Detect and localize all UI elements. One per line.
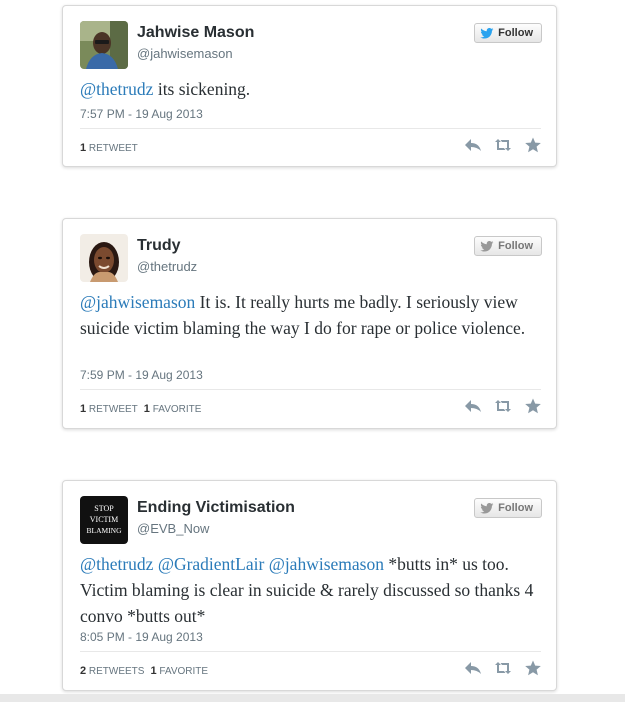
retweet-label: RETWEET (88, 143, 138, 154)
follow-button[interactable]: Follow (474, 236, 542, 256)
tweet-stats: 1 RETWEET (80, 142, 138, 154)
tweet-body: its sickening. (157, 79, 251, 99)
favorite-label: FAVORITE (152, 404, 202, 415)
page-bottom-band (0, 694, 625, 702)
mention-link[interactable]: @thetrudz (80, 554, 153, 574)
avatar-text-line: BLAMING (87, 526, 123, 535)
tweet-actions (464, 398, 542, 414)
tweet-stats: 2 RETWEETS 1 FAVORITE (80, 665, 208, 677)
follow-label: Follow (498, 502, 533, 514)
twitter-bird-icon (480, 27, 494, 39)
follow-button[interactable]: Follow (474, 23, 542, 43)
retweet-stat[interactable]: 1 RETWEET (80, 142, 138, 154)
reply-icon[interactable] (464, 398, 482, 414)
divider (80, 389, 541, 390)
avatar[interactable]: STOP VICTIM BLAMING (80, 496, 128, 544)
timestamp[interactable]: 8:05 PM - 19 Aug 2013 (80, 630, 203, 644)
follow-label: Follow (498, 240, 533, 252)
author-name[interactable]: Trudy (137, 237, 181, 255)
favorite-stat[interactable]: 1 FAVORITE (144, 403, 202, 415)
divider (80, 651, 541, 652)
tweet-text: @thetrudz its sickening. (80, 76, 536, 102)
author-name[interactable]: Jahwise Mason (137, 24, 254, 42)
retweet-count: 1 (80, 403, 87, 415)
favorite-star-icon[interactable] (524, 137, 542, 153)
timestamp[interactable]: 7:57 PM - 19 Aug 2013 (80, 107, 203, 121)
favorite-star-icon[interactable] (524, 660, 542, 676)
favorite-count: 1 (143, 403, 150, 415)
avatar[interactable] (80, 234, 128, 282)
mention-link[interactable]: @GradientLair (158, 554, 265, 574)
mention-link[interactable]: @thetrudz (80, 79, 153, 99)
follow-label: Follow (498, 27, 533, 39)
retweet-stat[interactable]: 2 RETWEETS (80, 665, 144, 677)
reply-icon[interactable] (464, 137, 482, 153)
author-handle[interactable]: @EVB_Now (137, 521, 209, 536)
author-handle[interactable]: @thetrudz (137, 259, 197, 274)
avatar-text-line: STOP (94, 504, 114, 513)
retweet-icon[interactable] (494, 398, 512, 414)
avatar[interactable] (80, 21, 128, 69)
twitter-bird-icon (480, 240, 494, 252)
retweet-icon[interactable] (494, 137, 512, 153)
tweet-stats: 1 RETWEET 1 FAVORITE (80, 403, 201, 415)
tweet-card: Trudy @thetrudz Follow @jahwisemason It … (62, 218, 557, 429)
twitter-bird-icon (480, 502, 494, 514)
favorite-count: 1 (150, 665, 157, 677)
favorite-stat[interactable]: 1 FAVORITE (150, 665, 208, 677)
tweet-text: @jahwisemason It is. It really hurts me … (80, 289, 536, 341)
tweet-text: @thetrudz @GradientLair @jahwisemason *b… (80, 551, 536, 629)
mention-link[interactable]: @jahwisemason (80, 292, 195, 312)
tweet-actions (464, 137, 542, 153)
tweet-actions (464, 660, 542, 676)
avatar-text-line: VICTIM (90, 515, 118, 524)
retweet-stat[interactable]: 1 RETWEET (80, 403, 138, 415)
divider (80, 128, 541, 129)
retweet-label: RETWEET (88, 404, 138, 415)
favorite-star-icon[interactable] (524, 398, 542, 414)
retweet-count: 1 (80, 142, 87, 154)
retweet-icon[interactable] (494, 660, 512, 676)
tweet-card: STOP VICTIM BLAMING Ending Victimisation… (62, 480, 557, 691)
follow-button[interactable]: Follow (474, 498, 542, 518)
mention-link[interactable]: @jahwisemason (269, 554, 384, 574)
author-name[interactable]: Ending Victimisation (137, 499, 295, 517)
favorite-label: FAVORITE (159, 666, 209, 677)
retweet-count: 2 (80, 665, 87, 677)
timestamp[interactable]: 7:59 PM - 19 Aug 2013 (80, 368, 203, 382)
retweet-label: RETWEETS (88, 666, 145, 677)
author-handle[interactable]: @jahwisemason (137, 46, 233, 61)
tweet-card: Jahwise Mason @jahwisemason Follow @thet… (62, 5, 557, 167)
reply-icon[interactable] (464, 660, 482, 676)
